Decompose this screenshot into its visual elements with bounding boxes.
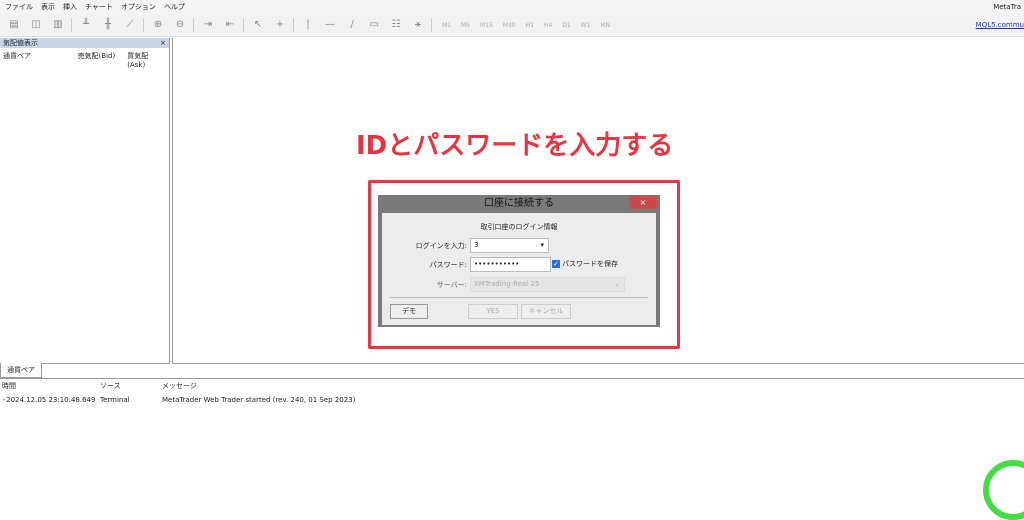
tab-symbols[interactable]: 通貨ペア bbox=[0, 363, 42, 378]
col-time[interactable]: 時間 bbox=[0, 381, 100, 391]
menu-file[interactable]: ファイル bbox=[5, 2, 33, 12]
yes-button[interactable]: YES bbox=[468, 304, 518, 319]
cancel-button[interactable]: キャンセル bbox=[521, 304, 571, 319]
text-icon[interactable]: ▭ bbox=[366, 18, 382, 32]
menu-view[interactable]: 表示 bbox=[41, 2, 55, 12]
menu-help[interactable]: ヘルプ bbox=[164, 2, 185, 12]
login-value: 3 bbox=[474, 241, 479, 249]
save-password-checkbox[interactable]: ✓ bbox=[552, 260, 560, 268]
horizontal-line-icon[interactable]: — bbox=[322, 18, 338, 32]
indicators-icon[interactable]: ⚹ bbox=[410, 18, 426, 32]
autoscroll-icon[interactable]: ⇥ bbox=[200, 18, 216, 32]
market-watch-icon[interactable]: ▥ bbox=[50, 18, 66, 32]
annotation-text: IDとパスワードを入力する bbox=[356, 131, 674, 161]
dialog-subtitle: 取引口座のログイン情報 bbox=[480, 223, 558, 231]
login-dialog: 口座に接続する × 取引口座のログイン情報 ログインを入力: 3 ▾ パスワード:… bbox=[378, 195, 660, 327]
dialog-close-button[interactable]: × bbox=[629, 196, 657, 209]
server-label: サーバー: bbox=[436, 281, 467, 289]
close-icon[interactable]: × bbox=[160, 39, 166, 47]
trendline-icon[interactable]: / bbox=[344, 18, 360, 32]
tf-m5[interactable]: M5 bbox=[461, 22, 470, 29]
journal-log: 時間 ソース メッセージ • 2024.12.05 23:10:48.649 T… bbox=[0, 378, 1024, 407]
chart-shift-icon[interactable]: ⇤ bbox=[222, 18, 238, 32]
tf-m15[interactable]: M15 bbox=[480, 22, 493, 29]
log-row[interactable]: • 2024.12.05 23:10:48.649 Terminal MetaT… bbox=[0, 393, 1024, 407]
zoom-in-icon[interactable]: ⊕ bbox=[150, 18, 166, 32]
fibonacci-icon[interactable]: ☷ bbox=[388, 18, 404, 32]
cursor-icon[interactable]: ↖ bbox=[250, 18, 266, 32]
log-source: Terminal bbox=[100, 396, 130, 404]
demo-button[interactable]: デモ bbox=[390, 304, 428, 319]
bar-chart-icon[interactable]: ╨ bbox=[78, 18, 94, 32]
tf-m1[interactable]: M1 bbox=[442, 22, 451, 29]
tf-w1[interactable]: W1 bbox=[581, 22, 591, 29]
menu-options[interactable]: オプション bbox=[121, 2, 156, 12]
col-message[interactable]: メッセージ bbox=[162, 381, 197, 391]
mql5-link[interactable]: MQL5.commu bbox=[976, 21, 1024, 29]
candle-chart-icon[interactable]: ╫ bbox=[100, 18, 116, 32]
menu-bar: ファイル 表示 挿入 チャート オプション ヘルプ MetaTra bbox=[0, 0, 1024, 14]
menu-insert[interactable]: 挿入 bbox=[63, 2, 77, 12]
password-input[interactable]: ••••••••••• bbox=[470, 257, 551, 272]
crosshair-icon[interactable]: + bbox=[272, 18, 288, 32]
col-symbol[interactable]: 通貨ペア bbox=[3, 51, 78, 69]
tf-h4[interactable]: H4 bbox=[544, 22, 552, 29]
tf-m30[interactable]: M30 bbox=[503, 22, 516, 29]
market-watch-panel: 気配値表示 × 通貨ペア 売気配(Bid) 買気配(Ask) bbox=[0, 38, 170, 364]
tf-d1[interactable]: D1 bbox=[562, 22, 570, 29]
password-label: パスワード: bbox=[429, 261, 467, 269]
col-source[interactable]: ソース bbox=[100, 381, 162, 391]
login-select[interactable]: 3 ▾ bbox=[470, 238, 549, 253]
tf-h1[interactable]: H1 bbox=[526, 22, 534, 29]
server-value: XMTrading-Real 25 bbox=[474, 280, 540, 288]
col-bid[interactable]: 売気配(Bid) bbox=[78, 51, 128, 69]
zoom-out-icon[interactable]: ⊖ bbox=[172, 18, 188, 32]
dropdown-icon: ▾ bbox=[540, 241, 544, 249]
app-title: MetaTra bbox=[993, 3, 1021, 11]
col-ask[interactable]: 買気配(Ask) bbox=[127, 51, 166, 69]
menu-chart[interactable]: チャート bbox=[85, 2, 113, 12]
toolbar: ▤ ◫ ▥ ╨ ╫ ⟋ ⊕ ⊖ ⇥ ⇤ ↖ + | — / ▭ ☷ ⚹ M1 M… bbox=[0, 14, 1024, 37]
market-watch-title: 気配値表示 bbox=[3, 39, 38, 47]
dialog-title: 口座に接続する bbox=[484, 198, 554, 209]
tf-mn[interactable]: MN bbox=[601, 22, 611, 29]
vertical-line-icon[interactable]: | bbox=[300, 18, 316, 32]
loading-ring-icon bbox=[983, 460, 1024, 520]
login-label: ログインを入力: bbox=[415, 242, 467, 250]
server-select[interactable]: XMTrading-Real 25 ⌄ bbox=[470, 277, 625, 292]
log-message: MetaTrader Web Trader started (rev. 240,… bbox=[162, 396, 356, 404]
line-chart-icon[interactable]: ⟋ bbox=[122, 18, 138, 32]
save-password-label: パスワードを保存 bbox=[562, 260, 618, 268]
log-time: 2024.12.05 23:10:48.649 bbox=[6, 396, 96, 404]
profile-icon[interactable]: ◫ bbox=[28, 18, 44, 32]
new-chart-icon[interactable]: ▤ bbox=[6, 18, 22, 32]
